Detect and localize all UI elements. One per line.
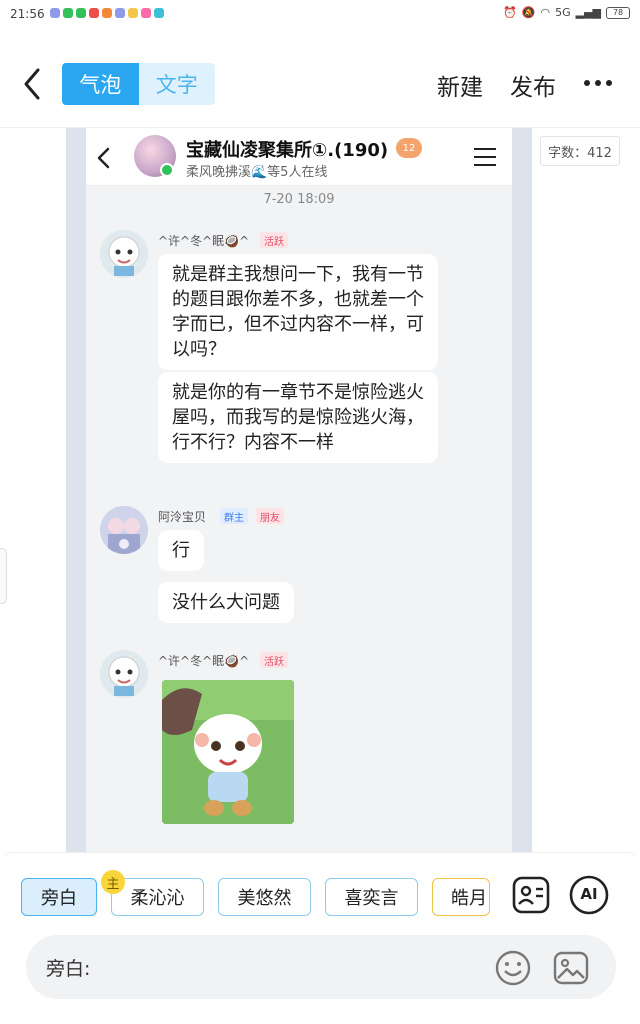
notification-app-icon <box>128 8 138 18</box>
message-bubble: 行 <box>158 530 204 571</box>
sender-nickname: 阿泠宝贝 <box>158 510 207 524</box>
sender-nickname: ^许^冬^眠🥥^ <box>158 234 250 248</box>
back-arrow-icon[interactable] <box>18 66 48 102</box>
menu-icon <box>474 148 496 166</box>
side-drawer-handle[interactable] <box>0 548 7 604</box>
signal-icon: ▂▄▆ <box>575 6 601 19</box>
battery-icon: 78 <box>606 6 630 19</box>
mode-switch: 气泡 文字 <box>62 63 215 105</box>
tab-bubble[interactable]: 气泡 <box>62 63 139 105</box>
ai-button[interactable]: AI <box>569 875 609 915</box>
mute-icon: 🔕 <box>521 6 536 19</box>
notification-app-icon <box>115 8 125 18</box>
status-bar: 21:56 ⏰ 🔕 ◠ 5G ▂▄▆ 78 <box>0 0 640 28</box>
avatar <box>100 230 148 278</box>
tab-text[interactable]: 文字 <box>138 63 215 105</box>
chat-screenshot: 宝藏仙凌聚集所①.(190) 12 柔风晚拂溪🌊等5人在线 7-20 18:09… <box>66 128 532 852</box>
online-indicator <box>160 163 174 177</box>
publish-button[interactable]: 发布 <box>510 68 556 102</box>
notification-app-icon <box>141 8 151 18</box>
friend-tag: 朋友 <box>256 508 284 524</box>
sender-nickname: ^许^冬^眠🥥^ <box>158 654 250 668</box>
role-chip[interactable]: 美悠然 <box>218 878 311 916</box>
owner-tag: 群主 <box>220 508 248 524</box>
new-button[interactable]: 新建 <box>437 68 483 102</box>
sheep-avatar-icon <box>100 230 148 278</box>
role-chip[interactable]: 喜奕言 <box>325 878 418 916</box>
status-time: 21:56 <box>10 7 45 21</box>
girls-avatar-icon <box>100 506 148 554</box>
notification-app-icon <box>89 8 99 18</box>
chat-screen: 宝藏仙凌聚集所①.(190) 12 柔风晚拂溪🌊等5人在线 7-20 18:09… <box>86 128 512 852</box>
notification-icons <box>50 8 164 18</box>
image-icon[interactable] <box>552 949 590 987</box>
avatar <box>100 506 148 554</box>
input-role-label: 旁白: <box>46 958 91 980</box>
wechat-icon <box>76 8 86 18</box>
wifi-icon: ◠ <box>540 6 551 19</box>
role-chip[interactable]: 柔沁沁 <box>111 878 204 916</box>
emoji-icon[interactable] <box>494 949 532 987</box>
group-level-badge: 12 <box>396 138 422 158</box>
message-bubble: 没什么大问题 <box>158 582 294 623</box>
role-chip-narrator[interactable]: 旁白 <box>21 878 97 916</box>
word-count: 字数：412 <box>540 136 620 166</box>
chat-header: 宝藏仙凌聚集所①.(190) 12 柔风晚拂溪🌊等5人在线 <box>86 128 512 186</box>
notification-app-icon <box>50 8 60 18</box>
avatar <box>100 650 148 698</box>
notification-app-icon <box>154 8 164 18</box>
pleasant-goat-sticker-icon <box>162 680 294 824</box>
wechat-icon <box>63 8 73 18</box>
active-tag: 活跃 <box>260 652 288 668</box>
system-icons: ⏰ 🔕 ◠ 5G ▂▄▆ 78 <box>503 6 630 19</box>
active-tag: 活跃 <box>260 232 288 248</box>
ai-label: AI <box>580 885 598 903</box>
online-members-text: 柔风晚拂溪🌊等5人在线 <box>186 165 328 180</box>
role-chip[interactable]: 皓月 <box>432 878 490 916</box>
sheep-avatar-icon <box>100 650 148 698</box>
contact-card-icon[interactable] <box>511 875 551 915</box>
narration-input[interactable]: 旁白: <box>26 935 616 999</box>
notification-app-icon <box>102 8 112 18</box>
sticker-image <box>162 680 294 824</box>
bottom-panel: 旁白 柔沁沁 主 美悠然 喜奕言 皓月 AI 旁白: <box>0 852 640 1024</box>
signal-label: 5G <box>555 6 571 19</box>
alarm-icon: ⏰ <box>503 6 517 19</box>
editor-top-bar: 气泡 文字 新建 发布 <box>0 40 640 128</box>
chat-timestamp: 7-20 18:09 <box>263 192 335 207</box>
more-icon[interactable] <box>584 80 612 86</box>
owner-mark: 主 <box>101 870 125 894</box>
chat-back-icon <box>97 147 110 169</box>
group-name: 宝藏仙凌聚集所①.(190) <box>186 140 389 161</box>
message-bubble: 就是你的有一章节不是惊险逃火屋吗，而我写的是惊险逃火海，行不行？内容不一样 <box>158 372 438 463</box>
message-bubble: 就是群主我想问一下，我有一节的题目跟你差不多，也就差一个字而已，但不过内容不一样… <box>158 254 438 370</box>
